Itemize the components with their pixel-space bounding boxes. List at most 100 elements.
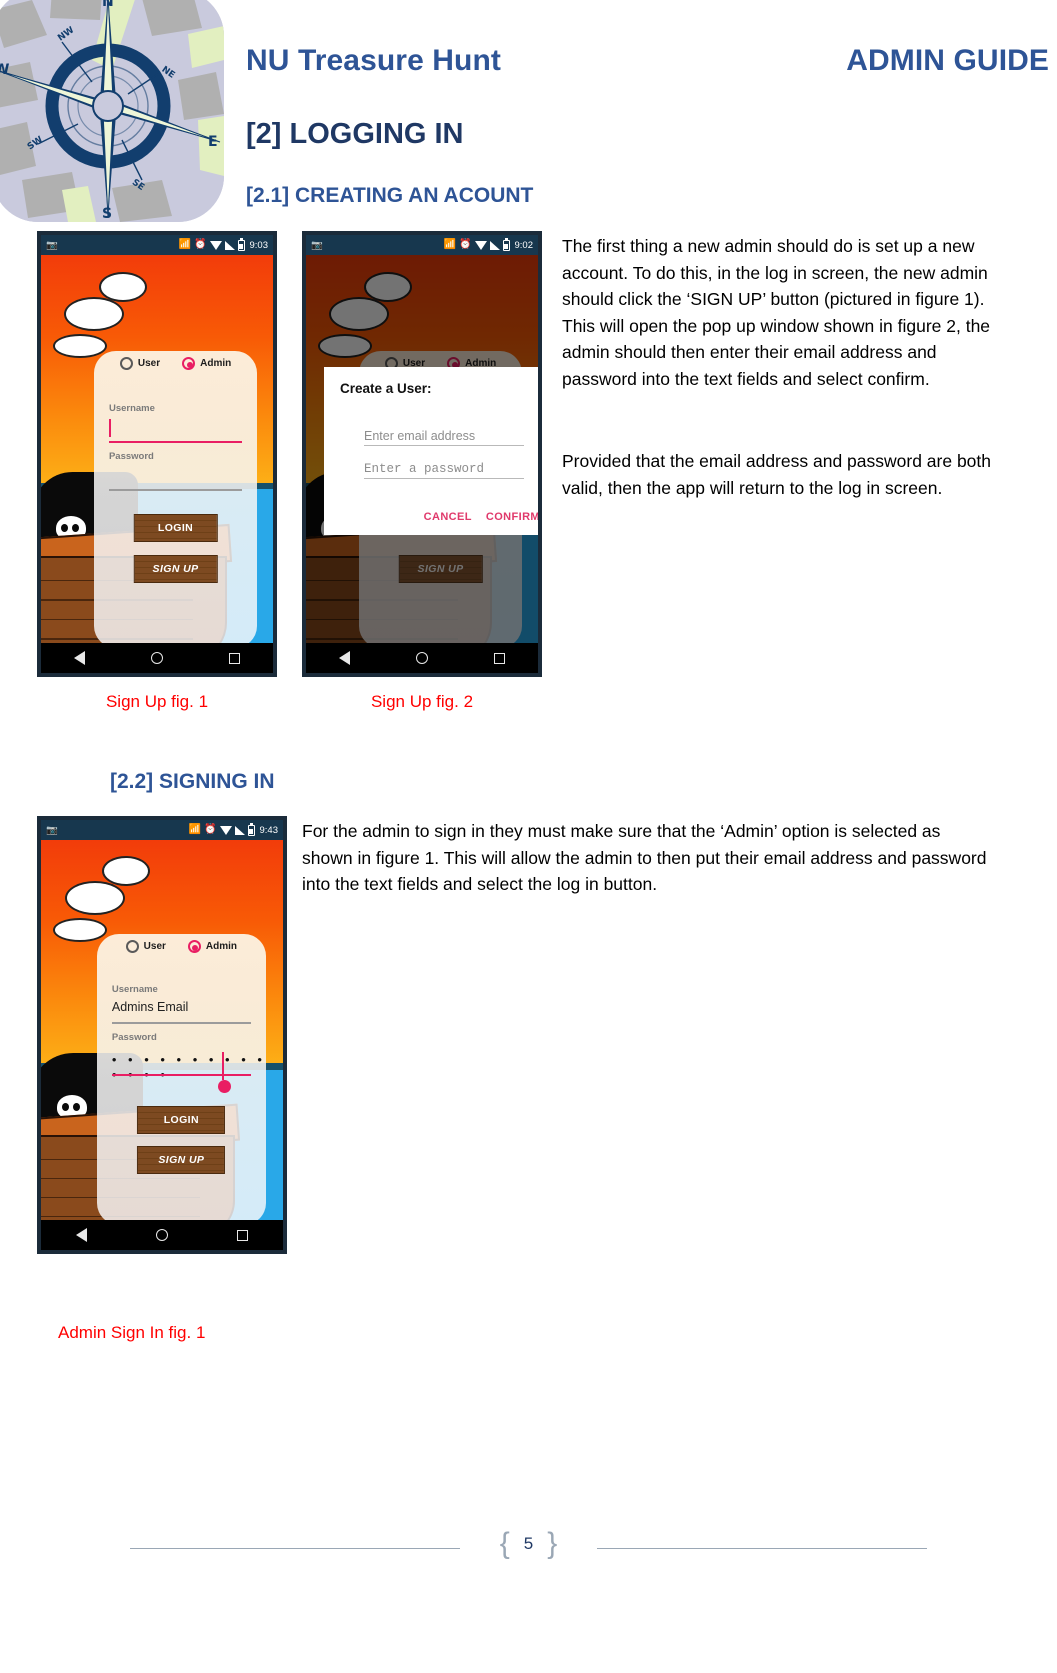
radio-user-dot[interactable] (119, 357, 133, 371)
back-triangle-icon[interactable] (75, 1228, 87, 1242)
radio-user[interactable]: User (125, 940, 166, 954)
recents-square-icon[interactable] (494, 652, 505, 664)
home-circle-icon[interactable] (416, 652, 428, 664)
password-drag-handle[interactable] (217, 1080, 231, 1094)
password-underline[interactable] (108, 489, 243, 491)
section-heading: [2] LOGGING IN (246, 118, 464, 150)
cancel-button[interactable]: CANCEL (424, 511, 472, 523)
radio-user-label: User (137, 358, 161, 370)
password-placeholder: Enter a password (364, 462, 485, 476)
email-field[interactable]: Enter email address (364, 429, 524, 447)
login-card: User Admin Username Password LOGIN SIGN … (94, 351, 257, 648)
recents-square-icon[interactable] (229, 652, 240, 664)
home-circle-icon[interactable] (155, 1229, 168, 1241)
status-bar: 📷 📶 ⏰ 9:43 (41, 820, 283, 840)
compass-rose-map-icon: N S W E NW NE SW SE (0, 0, 224, 222)
brace-right-icon: } (547, 1527, 558, 1560)
radio-user-dot[interactable] (125, 940, 139, 954)
radio-user[interactable]: User (119, 357, 161, 371)
cloud-icon (53, 917, 108, 942)
subsection-heading-signing-in: [2.2] SIGNING IN (110, 770, 275, 793)
screenshot-sign-up-fig-2: 📷 📶 ⏰ 9:02 User Admin SIGN UP Create a U… (302, 231, 542, 677)
radio-admin-label: Admin (200, 358, 232, 370)
subsection-heading-creating-account: [2.1] CREATING AN ACOUNT (246, 184, 534, 207)
screenshot-admin-sign-in-fig-1: 📷 📶 ⏰ 9:43 User Admin Username Admins Em… (37, 816, 287, 1254)
page-number-container: { 5 } (500, 1527, 558, 1561)
radio-admin-dot[interactable] (182, 357, 196, 371)
password-field[interactable]: Enter a password (364, 462, 524, 480)
svg-text:W: W (0, 62, 9, 78)
home-circle-icon[interactable] (151, 652, 163, 664)
cloud-icon (65, 881, 126, 915)
app-title: NU Treasure Hunt (246, 44, 501, 77)
status-bar: 📷 📶 ⏰ 9:03 (41, 235, 273, 255)
sign-up-button[interactable]: SIGN UP (133, 555, 218, 584)
username-label: Username (111, 984, 158, 996)
alarm-icon: ⏰ (459, 239, 472, 250)
page-number: 5 (523, 1534, 534, 1553)
footer-rule-left (130, 1548, 460, 1549)
login-card: User Admin Username Admins Email Passwor… (96, 934, 267, 1226)
paragraph-create-account: The first thing a new admin should do is… (562, 236, 991, 389)
paragraph-valid-credentials: Provided that the email address and pass… (562, 451, 992, 498)
signal-icon (224, 240, 235, 250)
signal-icon (489, 240, 500, 250)
android-nav-bar (306, 643, 538, 673)
radio-admin-dot[interactable] (187, 940, 201, 954)
alarm-icon: ⏰ (204, 824, 217, 835)
email-placeholder: Enter email address (364, 429, 476, 443)
wifi-icon (474, 240, 487, 250)
account-type-radio-group[interactable]: User Admin (97, 940, 266, 954)
cloud-icon (101, 856, 150, 887)
cloud-icon (329, 296, 390, 331)
svg-text:E: E (208, 134, 218, 150)
sign-up-button[interactable]: SIGN UP (137, 1146, 226, 1175)
brace-left-icon: { (499, 1527, 510, 1560)
username-value[interactable]: Admins Email (112, 1000, 188, 1014)
cloud-icon (99, 271, 147, 302)
username-caret (108, 419, 111, 438)
cloud-icon (64, 296, 125, 331)
status-bar: 📷 📶 ⏰ 9:02 (306, 235, 538, 255)
svg-text:N: N (102, 0, 114, 10)
password-value[interactable]: • • • • • • • • • • • • • • (112, 1052, 266, 1082)
radio-admin[interactable]: Admin (187, 940, 237, 954)
login-button[interactable]: LOGIN (133, 514, 218, 543)
username-underline[interactable] (108, 441, 243, 444)
paragraph-signing-in: For the admin to sign in they must make … (302, 821, 987, 894)
sign-up-button[interactable]: SIGN UP (398, 555, 483, 584)
app-background-scene: User Admin Username Admins Email Passwor… (41, 840, 283, 1250)
app-background-scene: User Admin Username Password LOGIN SIGN … (41, 255, 273, 673)
photo-icon: 📷 (46, 239, 58, 251)
caption-fig-2: Sign Up fig. 2 (370, 692, 474, 711)
confirm-button[interactable]: CONFIRM (486, 511, 538, 523)
guide-title: ADMIN GUIDE (846, 44, 1049, 77)
password-underline[interactable] (111, 1074, 251, 1077)
password-label: Password (111, 1032, 157, 1044)
status-clock: 9:43 (259, 824, 279, 836)
login-button[interactable]: LOGIN (137, 1106, 226, 1135)
caption-fig-3: Admin Sign In fig. 1 (58, 1323, 206, 1342)
wifi-icon (219, 825, 232, 835)
android-nav-bar (41, 1220, 283, 1250)
password-label: Password (108, 451, 154, 463)
account-type-radio-group[interactable]: User Admin (94, 357, 256, 371)
create-user-dialog: Create a User: Enter email address Enter… (324, 367, 538, 535)
photo-icon: 📷 (46, 824, 58, 836)
recents-square-icon[interactable] (237, 1229, 249, 1241)
document-page: N S W E NW NE SW SE NU Treasure Hunt ADM… (0, 0, 1057, 1673)
back-triangle-icon[interactable] (339, 651, 350, 665)
signal-icon (234, 825, 245, 835)
vibrate-icon: 📶 (188, 824, 202, 835)
svg-text:S: S (102, 206, 112, 222)
radio-admin[interactable]: Admin (182, 357, 232, 371)
username-underline[interactable] (111, 1022, 251, 1024)
password-cursor-stem (222, 1052, 224, 1081)
wifi-icon (209, 240, 222, 250)
back-triangle-icon[interactable] (74, 651, 85, 665)
footer-rule-right (597, 1548, 927, 1549)
photo-icon: 📷 (311, 239, 323, 251)
battery-icon (502, 237, 510, 251)
android-nav-bar (41, 643, 273, 673)
screenshot-sign-up-fig-1: 📷 📶 ⏰ 9:03 User Admin Username Password … (37, 231, 277, 677)
